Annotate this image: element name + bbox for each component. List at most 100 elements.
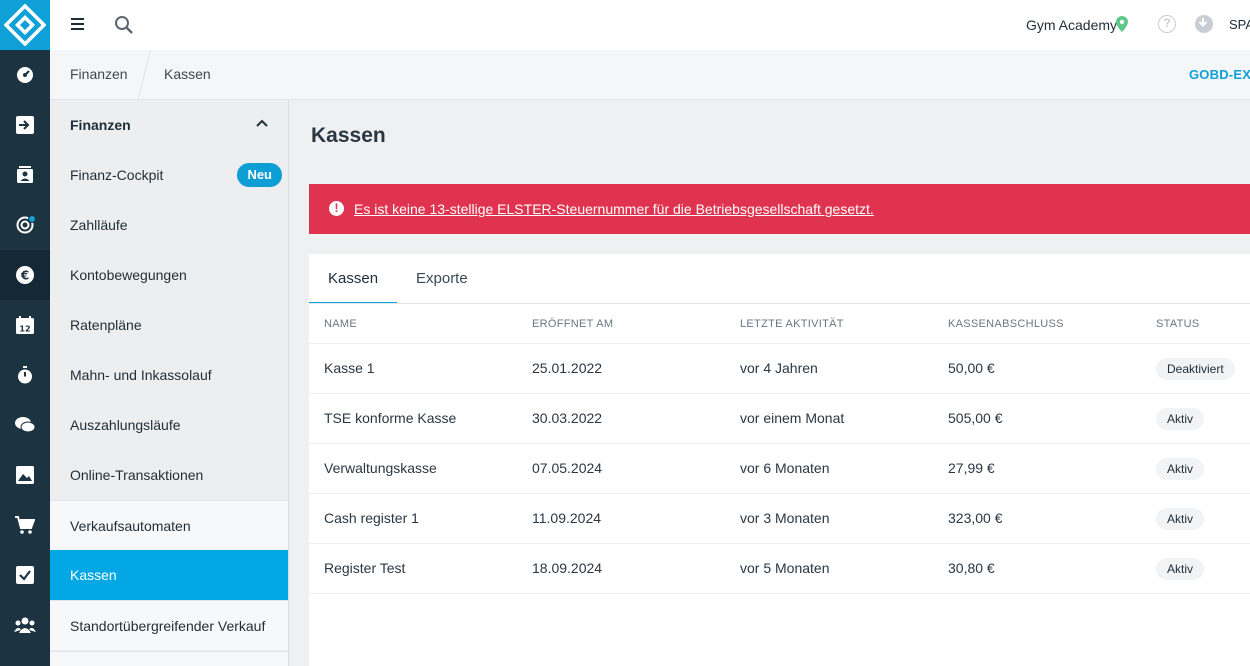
svg-text:€: € bbox=[20, 269, 29, 283]
sidebar-item-auszahlungslaeufe[interactable]: Auszahlungsläufe bbox=[50, 400, 288, 450]
rail-members[interactable] bbox=[0, 600, 50, 650]
cell-opened: 11.09.2024 bbox=[532, 510, 602, 526]
status-badge: Aktiv bbox=[1156, 558, 1205, 580]
cell-activity: vor einem Monat bbox=[740, 410, 845, 426]
sidebar-item-label: Mahn- und Inkassolauf bbox=[70, 367, 212, 383]
column-header-name[interactable]: NAME bbox=[324, 318, 357, 330]
rail-check-in[interactable] bbox=[0, 100, 50, 150]
sidebar-item-label: Auszahlungsläufe bbox=[70, 417, 181, 433]
sidebar-item-label: Zahlläufe bbox=[70, 217, 128, 233]
status-badge: Aktiv bbox=[1156, 458, 1205, 480]
app-rail: € 12 bbox=[0, 0, 50, 666]
app-logo[interactable] bbox=[0, 0, 50, 50]
menu-icon[interactable] bbox=[71, 18, 84, 30]
sidebar-item-label: Finanz-Cockpit bbox=[70, 167, 164, 183]
gobd-export-button[interactable]: GOBD-EXP bbox=[1189, 67, 1250, 82]
table-row[interactable]: Cash register 1 11.09.2024 vor 3 Monaten… bbox=[309, 494, 1250, 544]
notification-dot bbox=[28, 215, 36, 223]
chat-icon bbox=[15, 417, 35, 433]
user-menu[interactable]: SPA bbox=[1229, 17, 1250, 32]
image-icon bbox=[16, 466, 34, 484]
sidebar-item-kontobewegungen[interactable]: Kontobewegungen bbox=[50, 250, 288, 300]
sidebar-item-kassen[interactable]: Kassen bbox=[50, 550, 288, 600]
sidebar-item-mahnlauf[interactable]: Mahn- und Inkassolauf bbox=[50, 350, 288, 400]
cell-name[interactable]: Verwaltungskasse bbox=[324, 460, 437, 476]
sidebar-item-label: Online-Transaktionen bbox=[70, 467, 204, 483]
cart-icon bbox=[15, 516, 35, 534]
error-alert: ! Es ist keine 13-stellige ELSTER-Steuer… bbox=[309, 184, 1250, 234]
tab-divider bbox=[309, 303, 1250, 304]
table-row[interactable]: Kasse 1 25.01.2022 vor 4 Jahren 50,00 € … bbox=[309, 344, 1250, 394]
download-icon[interactable] bbox=[1195, 15, 1213, 33]
breadcrumb-separator bbox=[136, 50, 151, 103]
breadcrumb-finanzen[interactable]: Finanzen bbox=[70, 66, 128, 82]
sidebar-item-ratenplaene[interactable]: Ratenpläne bbox=[50, 300, 288, 350]
sidebar-item-label: Kassen bbox=[70, 567, 117, 583]
search-icon[interactable] bbox=[114, 15, 134, 35]
cell-activity: vor 4 Jahren bbox=[740, 360, 818, 376]
column-header-closing[interactable]: KASSENABSCHLUSS bbox=[948, 318, 1064, 330]
help-icon[interactable]: ? bbox=[1158, 15, 1176, 33]
location-pin-icon bbox=[1116, 16, 1128, 32]
tab-exporte[interactable]: Exporte bbox=[397, 254, 487, 304]
rail-calendar[interactable]: 12 bbox=[0, 300, 50, 350]
cell-opened: 07.05.2024 bbox=[532, 460, 603, 476]
svg-text:12: 12 bbox=[19, 325, 30, 334]
table-row[interactable]: Verwaltungskasse 07.05.2024 vor 6 Monate… bbox=[309, 444, 1250, 494]
sidebar-item-finanz-cockpit[interactable]: Finanz-Cockpit Neu bbox=[50, 150, 288, 200]
cell-name[interactable]: Kasse 1 bbox=[324, 360, 375, 376]
cell-activity: vor 5 Monaten bbox=[740, 560, 830, 576]
rail-gallery[interactable] bbox=[0, 450, 50, 500]
cell-opened: 25.01.2022 bbox=[532, 360, 603, 376]
sidebar-item-verkaufsautomaten[interactable]: Verkaufsautomaten bbox=[50, 500, 288, 550]
sidebar-item-standortuebergreifend[interactable]: Standortübergreifender Verkauf bbox=[50, 600, 288, 650]
sidebar-section-finanzen[interactable]: Finanzen bbox=[50, 100, 288, 150]
group-icon bbox=[14, 617, 36, 633]
cell-name[interactable]: TSE konforme Kasse bbox=[324, 410, 456, 426]
registers-card: Kassen Exporte NAME ERÖFFNET AM LETZTE A… bbox=[309, 254, 1250, 666]
rail-finance[interactable]: € bbox=[0, 250, 50, 300]
rail-target[interactable] bbox=[0, 200, 50, 250]
status-badge: Aktiv bbox=[1156, 508, 1205, 530]
column-header-status[interactable]: STATUS bbox=[1156, 318, 1200, 330]
cell-closing: 505,00 € bbox=[948, 410, 1003, 426]
chevron-up-icon bbox=[256, 119, 268, 127]
rail-timer[interactable] bbox=[0, 350, 50, 400]
cell-opened: 30.03.2022 bbox=[532, 410, 603, 426]
stopwatch-icon bbox=[18, 366, 32, 384]
new-badge: Neu bbox=[237, 163, 282, 187]
calendar-icon: 12 bbox=[16, 316, 34, 334]
column-header-opened[interactable]: ERÖFFNET AM bbox=[532, 318, 613, 330]
studio-name[interactable]: Gym Academy bbox=[1026, 17, 1117, 33]
rail-chat[interactable] bbox=[0, 400, 50, 450]
tab-kassen[interactable]: Kassen bbox=[309, 254, 398, 304]
cell-closing: 323,00 € bbox=[948, 510, 1003, 526]
cell-name[interactable]: Register Test bbox=[324, 560, 405, 576]
rail-tasks[interactable] bbox=[0, 550, 50, 600]
page-title: Kassen bbox=[311, 124, 386, 147]
cell-closing: 50,00 € bbox=[948, 360, 995, 376]
dashboard-icon bbox=[17, 67, 33, 83]
sidebar-item-online-transaktionen[interactable]: Online-Transaktionen bbox=[50, 450, 288, 500]
cell-activity: vor 6 Monaten bbox=[740, 460, 830, 476]
sidebar-item-label: Standortübergreifender Verkauf bbox=[70, 618, 266, 634]
rail-shop[interactable] bbox=[0, 500, 50, 550]
rail-contacts[interactable] bbox=[0, 150, 50, 200]
table-row[interactable]: Register Test 18.09.2024 vor 5 Monaten 3… bbox=[309, 544, 1250, 594]
finance-sidebar: Finanzen Finanz-Cockpit Neu Zahlläufe Ko… bbox=[50, 100, 289, 666]
sidebar-item-zahllaeufe[interactable]: Zahlläufe bbox=[50, 200, 288, 250]
alert-icon: ! bbox=[329, 201, 344, 216]
alert-link[interactable]: Es ist keine 13-stellige ELSTER-Steuernu… bbox=[354, 201, 874, 217]
breadcrumb-kassen: Kassen bbox=[164, 66, 211, 82]
cell-opened: 18.09.2024 bbox=[532, 560, 603, 576]
logo-icon bbox=[4, 4, 46, 46]
task-icon bbox=[16, 566, 34, 584]
breadcrumb: Finanzen Kassen GOBD-EXP bbox=[50, 50, 1250, 103]
column-header-activity[interactable]: LETZTE AKTIVITÄT bbox=[740, 318, 844, 330]
rail-dashboard[interactable] bbox=[0, 50, 50, 100]
cell-name[interactable]: Cash register 1 bbox=[324, 510, 419, 526]
check-in-icon bbox=[16, 116, 34, 134]
table-row[interactable]: TSE konforme Kasse 30.03.2022 vor einem … bbox=[309, 394, 1250, 444]
top-bar: Gym Academy ? SPA bbox=[50, 0, 1250, 50]
sidebar-item-label: Ratenpläne bbox=[70, 317, 142, 333]
